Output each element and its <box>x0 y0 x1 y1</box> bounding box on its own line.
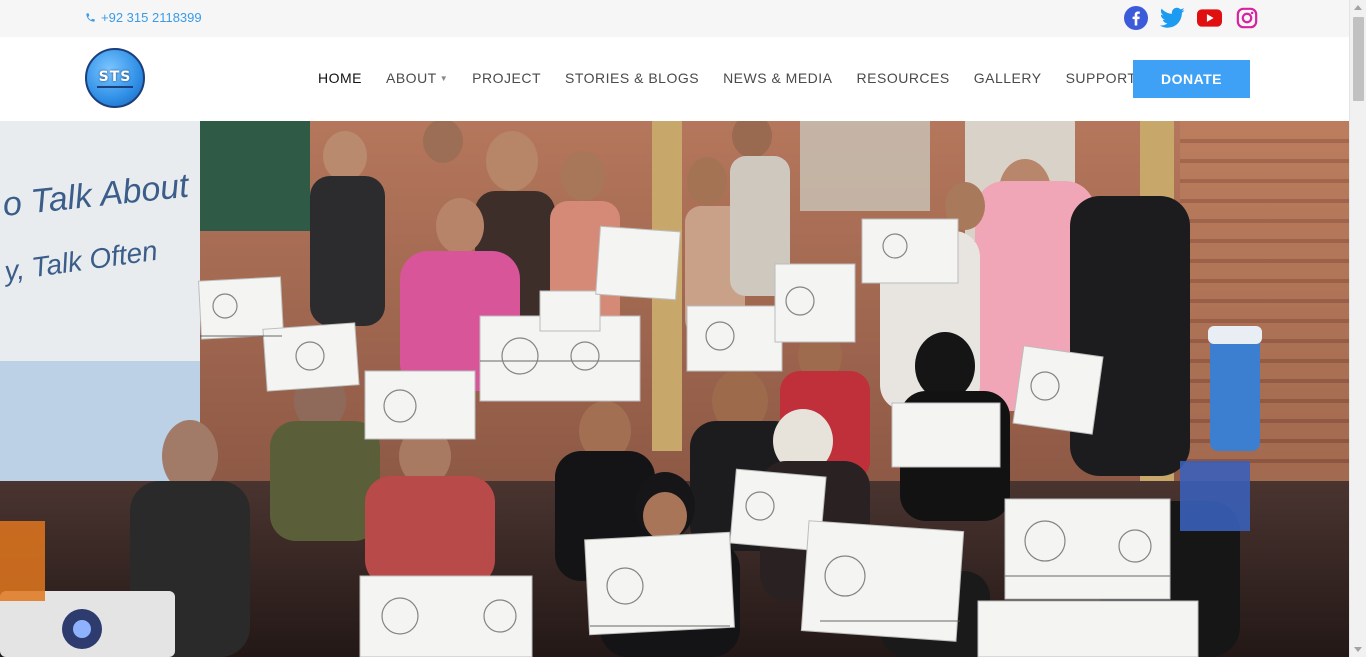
page: +92 315 2118399 STS HOME ABOUT ▼ PROJECT… <box>0 0 1366 657</box>
chevron-down-icon: ▼ <box>439 73 449 83</box>
scroll-up-icon[interactable] <box>1354 5 1362 10</box>
site-logo[interactable]: STS <box>85 48 145 108</box>
site-header: STS HOME ABOUT ▼ PROJECT STORIES & BLOGS… <box>0 37 1349 121</box>
donate-button[interactable]: DONATE <box>1133 60 1250 98</box>
main-nav: HOME ABOUT ▼ PROJECT STORIES & BLOGS NEW… <box>318 70 1185 86</box>
nav-home[interactable]: HOME <box>318 70 362 86</box>
nav-home-label: HOME <box>318 70 362 86</box>
nav-news-media[interactable]: NEWS & MEDIA <box>723 70 832 86</box>
logo-text: STS <box>98 68 132 85</box>
nav-about-label: ABOUT <box>386 70 437 86</box>
phone-icon <box>85 12 96 23</box>
nav-gallery-label: GALLERY <box>973 70 1042 86</box>
hero-photo: o Talk About It y, Talk Often <box>0 121 1349 657</box>
nav-project-label: PROJECT <box>472 70 541 86</box>
nav-news-media-label: NEWS & MEDIA <box>723 70 833 86</box>
twitter-icon[interactable] <box>1160 5 1185 30</box>
scroll-down-icon[interactable] <box>1354 647 1362 652</box>
social-links <box>1123 5 1259 30</box>
logo-underline <box>97 85 133 88</box>
nav-resources-label: RESOURCES <box>856 70 950 86</box>
phone-contact[interactable]: +92 315 2118399 <box>85 10 202 25</box>
instagram-icon[interactable] <box>1234 5 1259 30</box>
phone-number: +92 315 2118399 <box>101 10 202 25</box>
nav-stories-blogs[interactable]: STORIES & BLOGS <box>565 70 699 86</box>
page-scrollbar[interactable] <box>1349 0 1366 657</box>
nav-stories-blogs-label: STORIES & BLOGS <box>565 70 700 86</box>
nav-resources[interactable]: RESOURCES <box>857 70 950 86</box>
nav-gallery[interactable]: GALLERY <box>974 70 1042 86</box>
nav-about[interactable]: ABOUT ▼ <box>386 70 448 86</box>
top-bar: +92 315 2118399 <box>0 0 1349 38</box>
hero-image: o Talk About It y, Talk Often <box>0 121 1349 657</box>
facebook-icon[interactable] <box>1123 5 1148 30</box>
youtube-icon[interactable] <box>1197 5 1222 30</box>
nav-project[interactable]: PROJECT <box>472 70 541 86</box>
scroll-thumb[interactable] <box>1353 17 1364 101</box>
